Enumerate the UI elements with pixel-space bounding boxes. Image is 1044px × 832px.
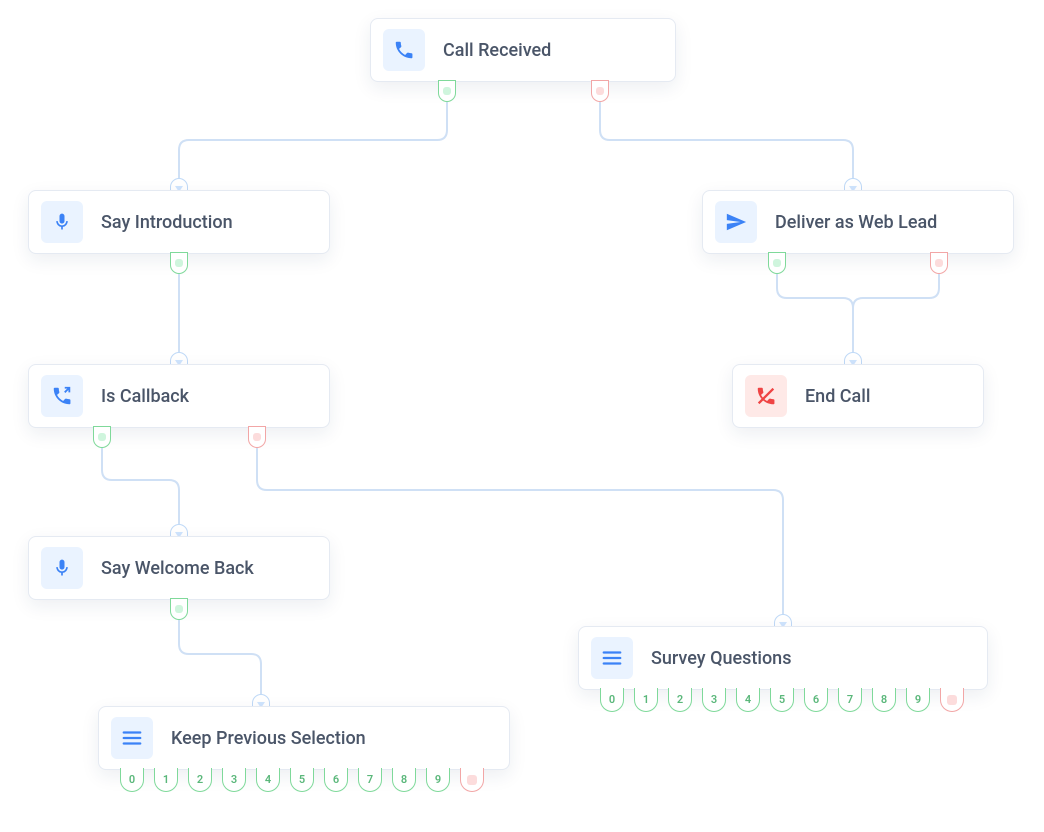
port-fail[interactable] xyxy=(460,768,484,792)
port-success[interactable] xyxy=(93,426,111,448)
port-index[interactable]: 7 xyxy=(358,768,382,792)
port-index[interactable]: 4 xyxy=(736,688,760,712)
node-label: Deliver as Web Lead xyxy=(775,212,937,233)
port-index[interactable]: 7 xyxy=(838,688,862,712)
port-index[interactable]: 4 xyxy=(256,768,280,792)
menu-icon xyxy=(111,717,153,759)
node-deliver-web-lead[interactable]: Deliver as Web Lead xyxy=(702,190,1014,254)
port-index[interactable]: 5 xyxy=(290,768,314,792)
phone-off-icon xyxy=(745,375,787,417)
port-index[interactable]: 1 xyxy=(154,768,178,792)
node-label: Is Callback xyxy=(101,386,189,407)
paper-plane-icon xyxy=(715,201,757,243)
microphone-icon xyxy=(41,547,83,589)
node-label: Say Introduction xyxy=(101,212,233,233)
node-label: Keep Previous Selection xyxy=(171,728,366,749)
node-label: Say Welcome Back xyxy=(101,558,254,579)
port-strip-keep-prev: 0 1 2 3 4 5 6 7 8 9 xyxy=(120,768,484,792)
port-index[interactable]: 2 xyxy=(188,768,212,792)
port-index[interactable]: 1 xyxy=(634,688,658,712)
callback-icon xyxy=(41,375,83,417)
node-say-introduction[interactable]: Say Introduction xyxy=(28,190,330,254)
port-index[interactable]: 3 xyxy=(222,768,246,792)
node-survey-questions[interactable]: Survey Questions xyxy=(578,626,988,690)
port-index[interactable]: 9 xyxy=(426,768,450,792)
port-fail[interactable] xyxy=(940,688,964,712)
port-fail[interactable] xyxy=(248,426,266,448)
port-index[interactable]: 0 xyxy=(120,768,144,792)
node-label: Survey Questions xyxy=(651,648,791,669)
port-index[interactable]: 9 xyxy=(906,688,930,712)
port-index[interactable]: 3 xyxy=(702,688,726,712)
port-fail[interactable] xyxy=(930,252,948,274)
port-success[interactable] xyxy=(768,252,786,274)
node-is-callback[interactable]: Is Callback xyxy=(28,364,330,428)
port-index[interactable]: 8 xyxy=(392,768,416,792)
port-index[interactable]: 2 xyxy=(668,688,692,712)
port-strip-survey: 0 1 2 3 4 5 6 7 8 9 xyxy=(600,688,964,712)
node-say-welcome-back[interactable]: Say Welcome Back xyxy=(28,536,330,600)
port-index[interactable]: 0 xyxy=(600,688,624,712)
phone-icon xyxy=(383,29,425,71)
port-index[interactable]: 6 xyxy=(804,688,828,712)
node-label: End Call xyxy=(805,386,870,407)
port-success[interactable] xyxy=(170,252,188,274)
microphone-icon xyxy=(41,201,83,243)
port-index[interactable]: 8 xyxy=(872,688,896,712)
port-success[interactable] xyxy=(170,598,188,620)
node-keep-previous-selection[interactable]: Keep Previous Selection xyxy=(98,706,510,770)
node-call-received[interactable]: Call Received xyxy=(370,18,676,82)
port-success[interactable] xyxy=(438,80,456,102)
menu-icon xyxy=(591,637,633,679)
node-end-call[interactable]: End Call xyxy=(732,364,984,428)
port-index[interactable]: 6 xyxy=(324,768,348,792)
port-index[interactable]: 5 xyxy=(770,688,794,712)
node-label: Call Received xyxy=(443,40,551,61)
port-fail[interactable] xyxy=(591,80,609,102)
